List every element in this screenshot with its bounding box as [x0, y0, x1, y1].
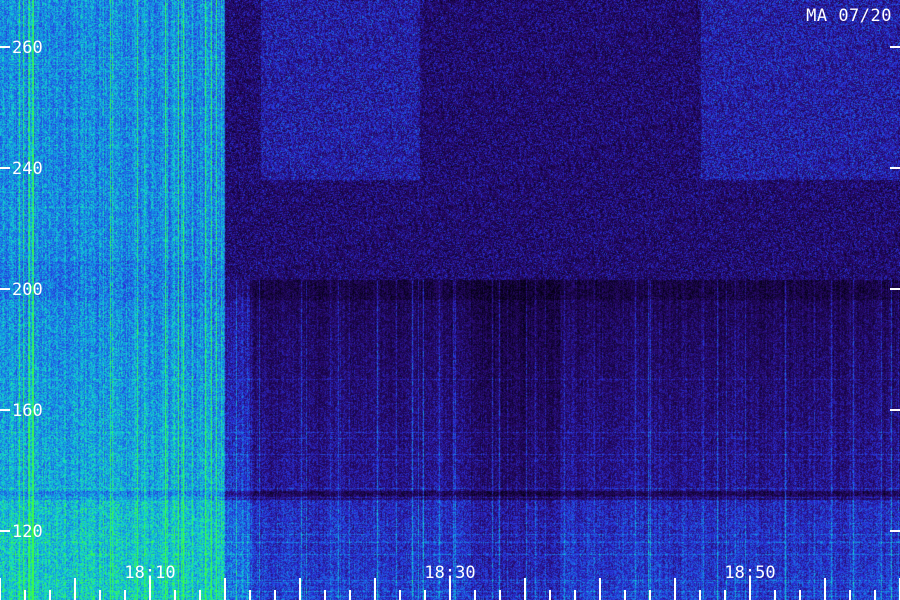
x-tick-label: 18:50 [724, 563, 775, 583]
y-tick-label: 120 [12, 522, 43, 542]
y-tick-label: 240 [12, 159, 43, 179]
x-tick-label: 18:10 [124, 563, 175, 583]
y-tick-label: 200 [12, 280, 43, 300]
spectrogram-view: 260 240 200 160 120 18:10 18:30 18:50 MA 07/20 [0, 0, 900, 600]
axis-overlay: 260 240 200 160 120 18:10 18:30 18:50 [0, 38, 900, 600]
x-tick-label: 18:30 [424, 563, 475, 583]
y-tick-label: 260 [12, 38, 43, 58]
y-tick-label: 160 [12, 401, 43, 421]
station-date-label: MA 07/20 [806, 6, 892, 26]
